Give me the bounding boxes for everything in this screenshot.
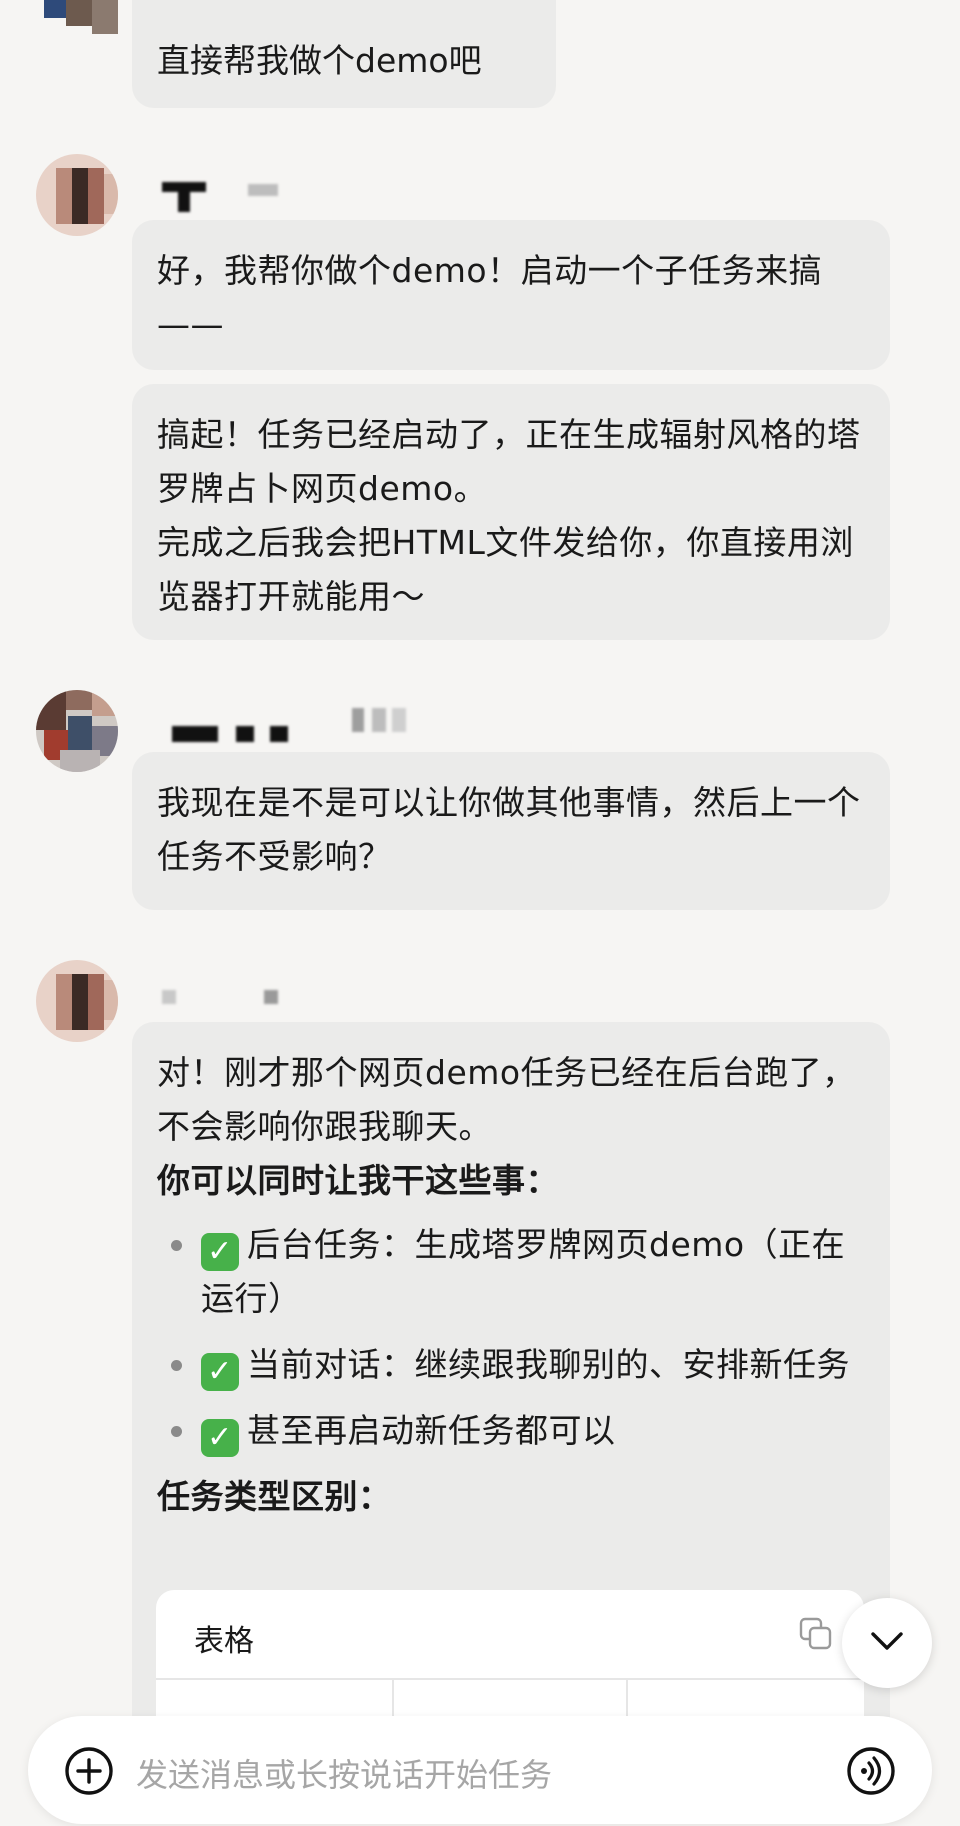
sender-name-redacted (352, 708, 408, 732)
list-item: ✓ 后台任务：生成塔罗牌网页demo（正在运行） (157, 1218, 864, 1326)
user-message-bubble: 直接帮我做个demo吧 (132, 0, 556, 108)
list-item-text: 甚至再启动新任务都可以 (247, 1411, 616, 1450)
avatar-assistant[interactable] (36, 960, 118, 1042)
sender-name-redacted (264, 990, 278, 1004)
message-text: 完成之后我会把HTML文件发给你，你直接用浏览器打开就能用～ (157, 523, 854, 616)
sender-name-redacted (162, 182, 206, 212)
table-label: 表格 (194, 1624, 254, 1659)
scroll-down-button[interactable] (842, 1598, 932, 1688)
check-mark-icon: ✓ (201, 1233, 239, 1271)
chat-screen: 直接帮我做个demo吧 好，我帮你做个demo！启动一个子任务来搞—— 搞起！任… (0, 0, 960, 1826)
list-item: ✓ 甚至再启动新任务都可以 (157, 1404, 864, 1458)
table-divider (156, 1678, 864, 1680)
sender-name-redacted (162, 990, 176, 1004)
voice-icon[interactable] (846, 1746, 896, 1800)
avatar-user-top[interactable] (44, 0, 118, 34)
sender-name-redacted (172, 726, 288, 742)
assistant-message-bubble: 搞起！任务已经启动了，正在生成辐射风格的塔罗牌占卜网页demo。 完成之后我会把… (132, 384, 890, 640)
message-text: 搞起！任务已经启动了，正在生成辐射风格的塔罗牌占卜网页demo。 (157, 415, 861, 508)
sender-name-redacted (248, 184, 278, 196)
list-heading: 你可以同时让我干这些事： (157, 1161, 559, 1200)
message-text: 我现在是不是可以让你做其他事情，然后上一个任务不受影响？ (157, 783, 861, 876)
avatar-assistant[interactable] (36, 154, 118, 236)
message-text: 直接帮我做个demo吧 (157, 41, 482, 80)
user-message-bubble: 我现在是不是可以让你做其他事情，然后上一个任务不受影响？ (132, 752, 890, 910)
check-mark-icon: ✓ (201, 1419, 239, 1457)
list-item: ✓ 当前对话：继续跟我聊别的、安排新任务 (157, 1338, 864, 1392)
list-item-text: 当前对话：继续跟我聊别的、安排新任务 (247, 1345, 850, 1384)
section-heading: 任务类型区别： (157, 1477, 392, 1516)
message-text: 好，我帮你做个demo！启动一个子任务来搞—— (157, 251, 823, 344)
copy-icon[interactable] (798, 1616, 834, 1656)
message-input-bar: 发送消息或长按说话开始任务 (28, 1716, 932, 1824)
table-card: 表格 (156, 1590, 864, 1730)
plus-circle-icon[interactable] (64, 1746, 114, 1800)
chevron-down-icon (869, 1630, 905, 1656)
task-list: ✓ 后台任务：生成塔罗牌网页demo（正在运行） ✓ 当前对话：继续跟我聊别的、安排… (157, 1218, 864, 1458)
message-input[interactable]: 发送消息或长按说话开始任务 (136, 1750, 552, 1796)
message-text: 对！刚才那个网页demo任务已经在后台跑了，不会影响你跟我聊天。 (157, 1053, 856, 1146)
check-mark-icon: ✓ (201, 1353, 239, 1391)
assistant-message-bubble: 好，我帮你做个demo！启动一个子任务来搞—— (132, 220, 890, 370)
avatar-user[interactable] (36, 690, 118, 772)
list-item-text: 后台任务：生成塔罗牌网页demo（正在运行） (201, 1225, 846, 1318)
